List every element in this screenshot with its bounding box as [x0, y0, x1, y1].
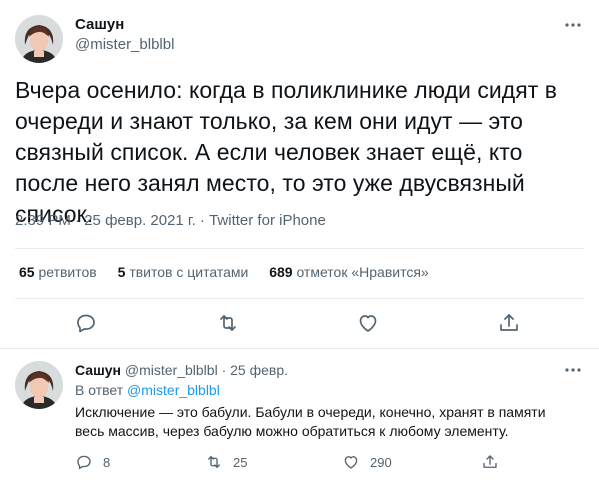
reply-author-avatar[interactable] — [15, 361, 63, 409]
like-icon — [344, 456, 358, 469]
reply-header: Сашун @mister_blblbl · 25 февр. — [75, 362, 288, 378]
reply-author-name[interactable]: Сашун — [75, 362, 121, 378]
author-avatar[interactable] — [15, 15, 63, 63]
tweet-source[interactable]: Twitter for iPhone — [209, 212, 326, 229]
reply-separator: · — [221, 362, 227, 378]
replying-prefix: В ответ — [75, 382, 124, 398]
tweet-date[interactable]: 25 февр. 2021 г. — [84, 212, 196, 229]
reply-more-options-icon[interactable] — [563, 364, 583, 376]
reply-retweet-action[interactable]: 25 — [205, 452, 247, 472]
reply-text: Исключение — это бабули. Бабули в очеред… — [75, 404, 546, 439]
replying-to-link[interactable]: @mister_blblbl — [127, 382, 220, 398]
avatar-image — [15, 361, 63, 409]
reply-icon[interactable] — [74, 311, 98, 335]
reply-reply-action[interactable]: 8 — [75, 452, 110, 472]
meta-separator: · — [75, 212, 81, 229]
like-icon[interactable] — [356, 311, 380, 335]
replying-to: В ответ @mister_blblbl — [75, 382, 220, 398]
share-icon[interactable] — [497, 311, 521, 335]
retweet-icon — [208, 456, 220, 468]
meta-separator: · — [199, 212, 205, 229]
like-count: 290 — [370, 454, 392, 470]
reply-count: 8 — [103, 454, 111, 470]
reply-date[interactable]: 25 февр. — [230, 362, 288, 378]
tweet-text: Вчера осенило: когда в поликлинике люди … — [15, 77, 558, 227]
author-name[interactable]: Сашун — [75, 16, 124, 33]
likes-stat[interactable]: 689 отметок «Нравится» — [269, 264, 429, 280]
retweet-count: 25 — [233, 454, 248, 470]
avatar-image — [15, 15, 63, 63]
reply-share-action[interactable] — [481, 452, 499, 472]
divider — [0, 348, 599, 349]
reply-icon — [77, 455, 91, 470]
quotes-stat[interactable]: 5 твитов с цитатами — [118, 264, 249, 280]
reply-author-handle[interactable]: @mister_blblbl — [125, 362, 218, 378]
divider — [15, 248, 584, 249]
tweet-time[interactable]: 2:39 PM — [15, 212, 71, 229]
retweets-stat[interactable]: 65 ретвитов — [19, 264, 97, 280]
retweet-icon[interactable] — [216, 311, 240, 335]
tweet-stats: 65 ретвитов 5 твитов с цитатами 689 отме… — [19, 264, 446, 280]
reply-like-action[interactable]: 290 — [342, 452, 392, 472]
share-icon — [483, 455, 497, 468]
divider — [15, 298, 584, 299]
tweet-meta: 2:39 PM · 25 февр. 2021 г. · Twitter for… — [15, 212, 326, 229]
more-options-icon[interactable] — [563, 19, 583, 31]
author-handle[interactable]: @mister_blblbl — [75, 36, 174, 53]
